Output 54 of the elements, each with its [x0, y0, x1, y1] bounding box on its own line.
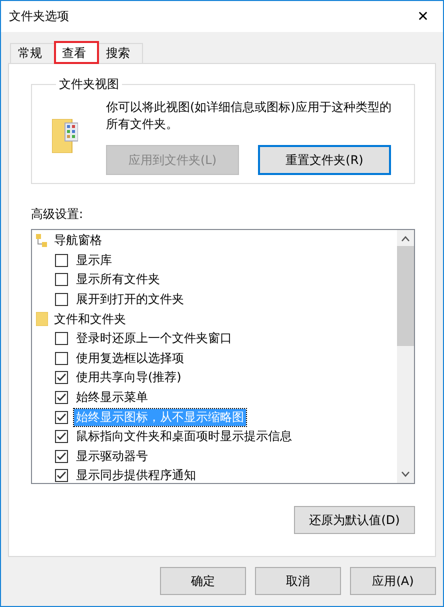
- checkbox[interactable]: [55, 371, 68, 384]
- checkbox[interactable]: [55, 352, 68, 365]
- dialog-button[interactable]: 确定: [160, 567, 246, 595]
- scroll-thumb[interactable]: [397, 246, 414, 346]
- checkbox[interactable]: [55, 254, 68, 267]
- dialog-button[interactable]: 应用(A): [350, 567, 436, 595]
- setting-row[interactable]: 使用共享向导(推荐): [36, 368, 393, 388]
- advanced-settings-label: 高级设置:: [31, 206, 84, 223]
- setting-label: 始终显示菜单: [75, 389, 149, 406]
- setting-label: 显示驱动器号: [75, 448, 149, 465]
- setting-row[interactable]: 显示库: [36, 250, 393, 270]
- setting-row[interactable]: 始终显示菜单: [36, 388, 393, 408]
- setting-label: 展开到打开的文件夹: [75, 291, 185, 308]
- checkbox[interactable]: [55, 410, 68, 424]
- setting-label: 显示所有文件夹: [75, 271, 161, 288]
- setting-label: 鼠标指向文件夹和桌面项时显示提示信息: [75, 428, 293, 446]
- setting-label: 登录时还原上一个文件夹窗口: [75, 330, 233, 348]
- setting-label: 显示库: [75, 252, 113, 269]
- scroll-up-icon[interactable]: [401, 236, 410, 242]
- dialog-button[interactable]: 取消: [255, 567, 341, 595]
- scrollbar[interactable]: [397, 230, 414, 483]
- setting-row[interactable]: 显示驱动器号: [36, 446, 393, 466]
- setting-row[interactable]: 展开到打开的文件夹: [36, 290, 393, 310]
- scroll-down-icon[interactable]: [401, 471, 410, 477]
- tab[interactable]: 搜索: [98, 43, 143, 63]
- close-button[interactable]: ✕: [403, 1, 443, 32]
- window-title: 文件夹选项: [9, 8, 69, 25]
- checkbox[interactable]: [55, 450, 68, 463]
- tree-group[interactable]: 文件和文件夹: [36, 309, 393, 329]
- checkbox[interactable]: [55, 430, 68, 444]
- folder-view-button[interactable]: 重置文件夹(R): [258, 145, 391, 175]
- restore-defaults-button[interactable]: 还原为默认值(D): [294, 506, 415, 534]
- tree-group[interactable]: 导航窗格: [36, 231, 393, 251]
- tree-nodes-icon: [36, 234, 48, 248]
- folder-icon: [36, 312, 48, 326]
- description-text: 你可以将此视图(如详细信息或图标)应用于这种类型的所有文件夹。: [106, 99, 392, 133]
- setting-row[interactable]: 显示所有文件夹: [36, 270, 393, 290]
- checkbox[interactable]: [55, 332, 68, 346]
- folder-icon: [52, 119, 78, 153]
- tab[interactable]: 常规: [10, 43, 55, 63]
- setting-row[interactable]: 使用复选框以选择项: [36, 348, 393, 368]
- setting-row[interactable]: 显示同步提供程序通知: [36, 466, 393, 483]
- checkbox[interactable]: [55, 293, 68, 306]
- setting-label: 始终显示图标，从不显示缩略图: [74, 408, 246, 426]
- checkbox[interactable]: [55, 469, 68, 482]
- group-title: 文件夹视图: [58, 76, 120, 93]
- setting-label: 显示同步提供程序通知: [75, 467, 197, 483]
- tab[interactable]: 查看: [54, 41, 99, 64]
- setting-label: 使用复选框以选择项: [75, 350, 185, 367]
- setting-row[interactable]: 鼠标指向文件夹和桌面项时显示提示信息: [36, 426, 393, 447]
- checkbox[interactable]: [55, 273, 68, 286]
- setting-row[interactable]: 登录时还原上一个文件夹窗口: [36, 328, 393, 349]
- setting-label: 使用共享向导(推荐): [75, 369, 182, 386]
- checkbox[interactable]: [55, 391, 68, 404]
